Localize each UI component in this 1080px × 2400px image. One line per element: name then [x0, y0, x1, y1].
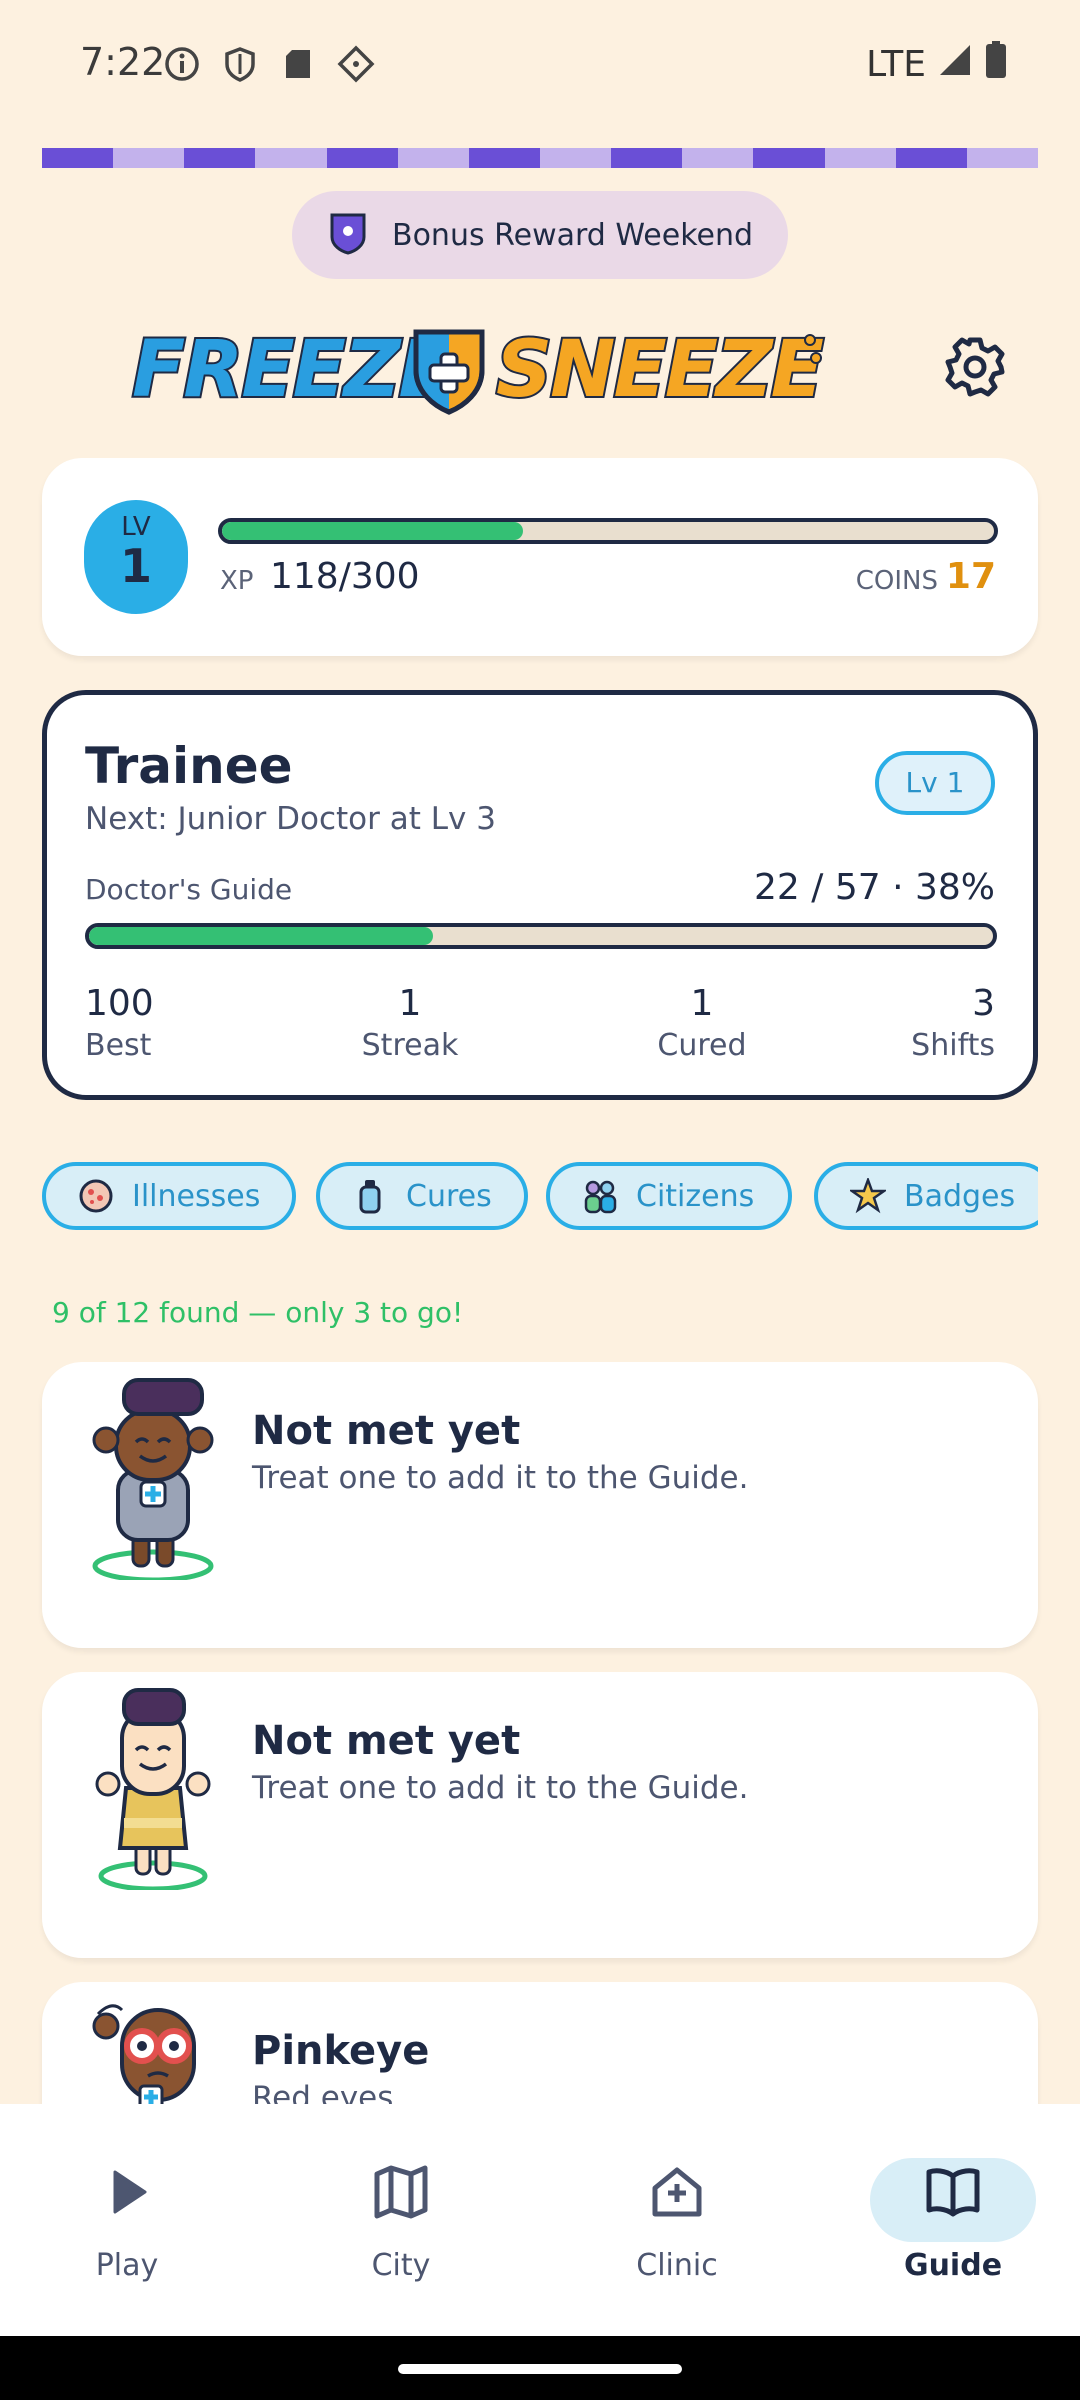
guide-progress-fill [89, 927, 433, 945]
found-progress-text: 9 of 12 found — only 3 to go! [52, 1296, 464, 1329]
tab-badges[interactable]: Badges [814, 1162, 1038, 1230]
tab-label: Illnesses [132, 1178, 261, 1214]
stripe-segment [895, 148, 967, 168]
progress-stripe [42, 148, 1038, 168]
citizen-avatar [78, 1370, 228, 1583]
scroll-content[interactable]: Bonus Reward Weekend FREEZE SNEEZE LV 1 … [0, 0, 1080, 2104]
nav-label: Guide [903, 2248, 1003, 2283]
tab-label: Citizens [636, 1178, 755, 1214]
pinkeye-avatar [78, 1990, 228, 2104]
stripe-segment [184, 148, 256, 168]
stripe-segment [468, 148, 540, 168]
tab-citizens[interactable]: Citizens [546, 1162, 792, 1230]
system-gesture-bar [0, 2336, 1080, 2400]
home-gesture-pill[interactable] [398, 2364, 682, 2374]
tab-label: Badges [904, 1178, 1016, 1214]
stripe-segment [326, 148, 398, 168]
nav-label: Clinic [636, 2248, 718, 2283]
nav-label: City [371, 2248, 431, 2283]
coins-value: 17 [945, 556, 996, 597]
stripe-segment [539, 148, 612, 168]
stat-label: Best [85, 1028, 152, 1063]
card-title: Not met yet [252, 1718, 521, 1764]
rank-card: Trainee Next: Junior Doctor at Lv 3 Lv 1… [42, 690, 1038, 1100]
level-label: LV [121, 512, 151, 542]
stat-num: 3 [972, 983, 995, 1024]
card-title: Not met yet [252, 1408, 521, 1454]
xp-progress-fill [222, 522, 524, 540]
citizen-avatar [78, 1680, 228, 1892]
rank-level-pill: Lv 1 [875, 751, 995, 815]
guide-tabs[interactable]: Illnesses Cures Citizens Badges [42, 1162, 1038, 1230]
star-badge-icon [848, 1176, 888, 1214]
nav-clinic[interactable]: Clinic [592, 2160, 762, 2283]
guide-label: Doctor's Guide [85, 873, 293, 906]
people-icon [582, 1178, 618, 1214]
xp-value: 118/300 [270, 556, 420, 597]
coins-label: COINS [855, 566, 938, 596]
game-logo: FREEZE SNEEZE [130, 318, 830, 418]
stat-shifts: 3 Shifts [911, 983, 995, 1063]
card-subtitle: Treat one to add it to the Guide. [252, 1460, 749, 1496]
stat-num: 100 [85, 983, 154, 1024]
stat-label: Shifts [911, 1028, 995, 1063]
stat-cured: 1 Cured [627, 983, 777, 1063]
logo-text-right: SNEEZE [496, 325, 824, 415]
logo-text-left: FREEZE [132, 325, 451, 415]
level-value: 1 [119, 539, 152, 593]
stripe-segment [824, 148, 896, 168]
stripe-segment [397, 148, 469, 168]
stat-label: Streak [361, 1028, 459, 1063]
rank-title: Trainee [85, 737, 293, 795]
bonus-banner[interactable]: Bonus Reward Weekend [292, 191, 788, 279]
guide-card[interactable]: Not met yet Treat one to add it to the G… [42, 1362, 1038, 1648]
guide-card[interactable]: Not met yet Treat one to add it to the G… [42, 1672, 1038, 1958]
bottle-icon [352, 1178, 388, 1214]
settings-gear-icon[interactable] [942, 334, 1008, 400]
stripe-segment [255, 148, 327, 168]
book-icon [921, 2160, 985, 2224]
tab-illnesses[interactable]: Illnesses [42, 1162, 296, 1230]
nav-guide[interactable]: Guide [868, 2160, 1038, 2283]
clinic-icon [645, 2160, 709, 2224]
stripe-segment [966, 148, 1038, 168]
nav-play[interactable]: Play [42, 2160, 212, 2283]
stripe-segment [42, 148, 114, 168]
shield-icon [328, 211, 368, 259]
germ-icon [78, 1178, 114, 1214]
stripe-segment [682, 148, 754, 168]
bottom-navigation: Play City Clinic Guide [0, 2104, 1080, 2336]
stat-best: 100 Best [85, 983, 154, 1063]
nav-label: Play [95, 2248, 159, 2283]
tab-cures[interactable]: Cures [316, 1162, 528, 1230]
card-title: Pinkeye [252, 2028, 430, 2074]
stat-num: 1 [398, 983, 422, 1024]
stripe-segment [611, 148, 683, 168]
stripe-segment [753, 148, 825, 168]
stat-streak: 1 Streak [335, 983, 485, 1063]
banner-label: Bonus Reward Weekend [392, 217, 754, 253]
stat-num: 1 [690, 983, 714, 1024]
guide-value: 22 / 57 · 38% [754, 867, 995, 908]
level-badge: LV 1 [84, 500, 188, 614]
card-subtitle: Red eyes [252, 2080, 394, 2104]
xp-label: XP [220, 566, 254, 596]
nav-city[interactable]: City [316, 2160, 486, 2283]
card-subtitle: Treat one to add it to the Guide. [252, 1770, 749, 1806]
guide-progress-bar [85, 923, 997, 949]
stat-label: Cured [657, 1028, 747, 1063]
rank-next: Next: Junior Doctor at Lv 3 [85, 801, 496, 837]
map-icon [369, 2160, 433, 2224]
play-icon [95, 2160, 159, 2224]
level-card: LV 1 XP 118/300 COINS 17 [42, 458, 1038, 656]
xp-progress-bar [218, 518, 998, 544]
guide-card[interactable]: Pinkeye Red eyes [42, 1982, 1038, 2104]
stripe-segment [113, 148, 185, 168]
tab-label: Cures [406, 1178, 492, 1214]
